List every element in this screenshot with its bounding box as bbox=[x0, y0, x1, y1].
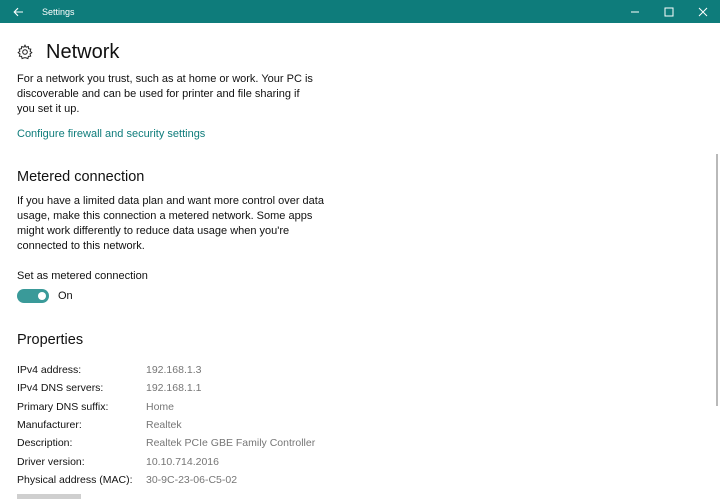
title-bar: Settings bbox=[0, 0, 720, 23]
property-value: 192.168.1.3 bbox=[146, 364, 202, 377]
metered-toggle-label: Set as metered connection bbox=[17, 270, 148, 282]
property-row-ipv4-address: IPv4 address: 192.168.1.3 bbox=[17, 361, 707, 379]
metered-toggle-state: On bbox=[58, 290, 73, 302]
property-row-manufacturer: Manufacturer: Realtek bbox=[17, 416, 707, 434]
property-value: Realtek bbox=[146, 419, 182, 432]
property-row-mac-address: Physical address (MAC): 30-9C-23-06-C5-0… bbox=[17, 471, 707, 489]
property-value: Home bbox=[146, 400, 175, 413]
property-row-ipv4-dns: IPv4 DNS servers: 192.168.1.1 bbox=[17, 379, 707, 397]
property-value: 10.10.714.2016 bbox=[146, 455, 219, 468]
property-key: Description: bbox=[17, 437, 73, 450]
minimize-button[interactable] bbox=[618, 0, 652, 23]
property-row-dns-suffix: Primary DNS suffix: Home bbox=[17, 398, 707, 416]
network-profile-description: For a network you trust, such as at home… bbox=[17, 73, 313, 115]
property-key: IPv4 DNS servers: bbox=[17, 382, 104, 395]
settings-content: Network For a network you trust, such as… bbox=[17, 23, 707, 499]
horizontal-scroll-indicator[interactable] bbox=[17, 494, 81, 499]
property-value: 30-9C-23-06-C5-02 bbox=[146, 473, 238, 486]
property-key: Driver version: bbox=[17, 455, 85, 468]
close-button[interactable] bbox=[686, 0, 720, 23]
back-button[interactable] bbox=[0, 0, 36, 23]
properties-heading: Properties bbox=[17, 332, 84, 348]
metered-connection-heading: Metered connection bbox=[17, 169, 145, 185]
page-header: Network bbox=[17, 39, 707, 65]
property-value: Realtek PCIe GBE Family Controller bbox=[146, 437, 316, 450]
properties-list: IPv4 address: 192.168.1.3 IPv4 DNS serve… bbox=[17, 361, 707, 489]
property-row-description: Description: Realtek PCIe GBE Family Con… bbox=[17, 434, 707, 452]
metered-toggle-switch[interactable] bbox=[17, 289, 49, 303]
property-row-driver-version: Driver version: 10.10.714.2016 bbox=[17, 452, 707, 470]
property-key: Primary DNS suffix: bbox=[17, 400, 109, 413]
back-arrow-icon bbox=[12, 7, 23, 16]
gear-icon bbox=[17, 44, 33, 60]
property-key: Physical address (MAC): bbox=[17, 473, 133, 486]
maximize-icon bbox=[664, 7, 674, 16]
metered-toggle-row: On bbox=[17, 289, 707, 303]
property-key: IPv4 address: bbox=[17, 364, 82, 377]
minimize-icon bbox=[631, 11, 639, 12]
window-controls bbox=[618, 0, 720, 23]
page-title: Network bbox=[46, 40, 120, 63]
property-key: Manufacturer: bbox=[17, 419, 82, 432]
toggle-knob bbox=[38, 292, 46, 300]
vertical-scrollbar[interactable] bbox=[716, 154, 718, 406]
metered-connection-description: If you have a limited data plan and want… bbox=[17, 195, 324, 252]
configure-firewall-link[interactable]: Configure firewall and security settings bbox=[17, 128, 205, 140]
window-title: Settings bbox=[42, 6, 75, 17]
property-value: 192.168.1.1 bbox=[146, 382, 202, 395]
maximize-button[interactable] bbox=[652, 0, 686, 23]
close-icon bbox=[698, 7, 708, 16]
